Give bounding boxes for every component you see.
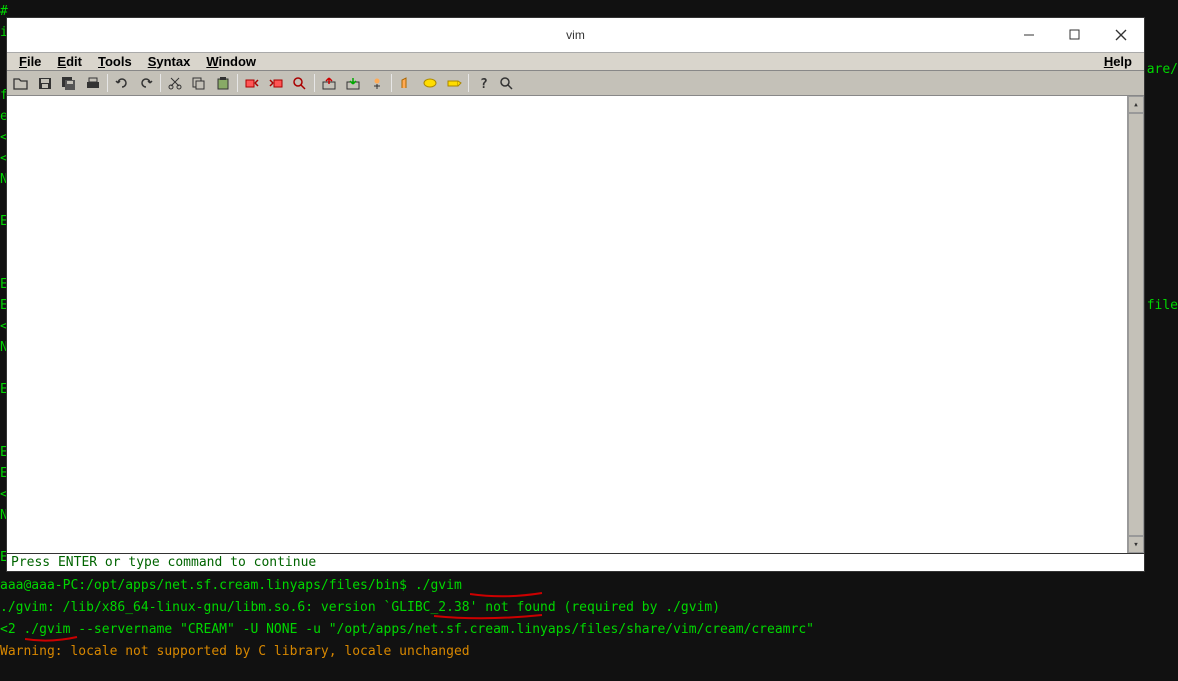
save-icon[interactable] [33, 73, 57, 94]
scroll-down-button[interactable]: ▾ [1128, 536, 1144, 553]
warning-line: Warning: locale not supported by C libra… [0, 641, 814, 663]
cut-icon[interactable] [163, 73, 187, 94]
menu-file[interactable]: File [11, 54, 49, 69]
status-text: Press ENTER or type command to continue [11, 555, 316, 570]
shell-icon[interactable] [418, 73, 442, 94]
find-next-icon[interactable] [264, 73, 288, 94]
text-buffer[interactable] [7, 96, 1127, 553]
command: ./gvim [415, 578, 462, 593]
session-save-icon[interactable] [341, 73, 365, 94]
print-icon[interactable] [81, 73, 105, 94]
menubar: File Edit Tools Syntax Window Help [7, 52, 1144, 71]
run-script-icon[interactable] [365, 73, 389, 94]
statusbar: Press ENTER or type command to continue [7, 553, 1144, 571]
editor-area[interactable]: ▴ ▾ [7, 96, 1144, 553]
vim-window: vim File Edit Tools Syntax Window Help [6, 17, 1145, 572]
scroll-thumb[interactable] [1128, 113, 1144, 536]
terminal-output: aaa@aaa-PC:/opt/apps/net.sf.cream.linyap… [0, 575, 814, 663]
session-load-icon[interactable] [317, 73, 341, 94]
findhelp-icon[interactable] [495, 73, 519, 94]
copy-icon[interactable] [187, 73, 211, 94]
svg-text:?: ? [480, 77, 488, 90]
undo-icon[interactable] [110, 73, 134, 94]
help-icon[interactable]: ? [471, 73, 495, 94]
saveall-icon[interactable] [57, 73, 81, 94]
minimize-button[interactable] [1006, 18, 1052, 52]
exec-line: <2 ./gvim --servername "CREAM" -U NONE -… [0, 619, 814, 641]
titlebar: vim [7, 18, 1144, 52]
maximize-button[interactable] [1052, 18, 1098, 52]
scroll-up-button[interactable]: ▴ [1128, 96, 1144, 113]
menu-tools[interactable]: Tools [90, 54, 140, 69]
make-icon[interactable] [394, 73, 418, 94]
prompt: aaa@aaa-PC:/opt/apps/net.sf.cream.linyap… [0, 578, 407, 593]
open-icon[interactable] [9, 73, 33, 94]
paste-icon[interactable] [211, 73, 235, 94]
close-button[interactable] [1098, 18, 1144, 52]
error-line: ./gvim: /lib/x86_64-linux-gnu/libm.so.6:… [0, 597, 814, 619]
menu-window[interactable]: Window [198, 54, 264, 69]
toolbar: ? [7, 71, 1144, 96]
find-prev-icon[interactable] [240, 73, 264, 94]
window-title: vim [566, 28, 585, 42]
menu-syntax[interactable]: Syntax [140, 54, 199, 69]
menu-help[interactable]: Help [1096, 54, 1140, 69]
scrollbar-vertical[interactable]: ▴ ▾ [1127, 96, 1144, 553]
replace-icon[interactable] [288, 73, 312, 94]
redo-icon[interactable] [134, 73, 158, 94]
tags-icon[interactable] [442, 73, 466, 94]
menu-edit[interactable]: Edit [49, 54, 90, 69]
